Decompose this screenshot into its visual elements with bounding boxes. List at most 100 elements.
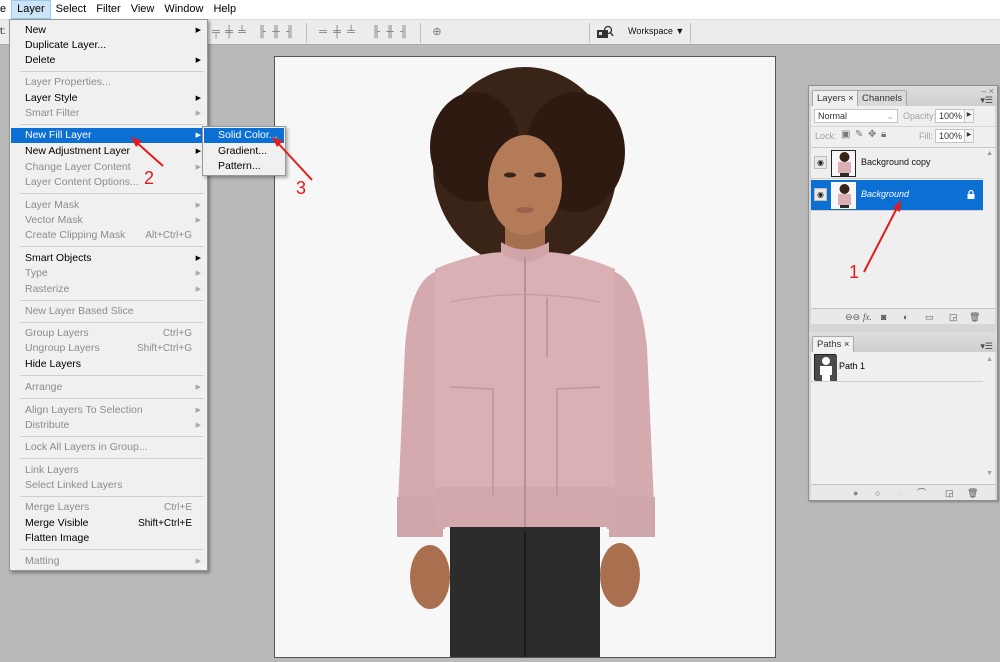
menu-item-rasterize[interactable]: Rasterize ▶ — [11, 282, 206, 297]
delete-layer-icon[interactable]: 🗑︎ — [969, 311, 980, 323]
menu-layer[interactable]: Layer — [11, 0, 51, 19]
workspace-dropdown[interactable]: Workspace ▼ — [628, 26, 684, 36]
fill-path-icon[interactable]: ● — [853, 487, 858, 499]
align-bottom-edges-icon[interactable]: ╧ — [236, 26, 248, 38]
load-selection-icon[interactable]: ◌ — [897, 487, 902, 499]
menu-item-change-layer-content[interactable]: Change Layer Content ▶ — [11, 160, 206, 175]
align-top-edges-icon[interactable]: ╤ — [210, 26, 222, 38]
scroll-down-icon[interactable]: ▼ — [986, 470, 993, 477]
submenu-arrow-icon: ▶ — [195, 148, 201, 155]
menu-item-layer-mask[interactable]: Layer Mask ▶ — [11, 198, 206, 213]
adjustment-layer-icon[interactable]: ◐ — [903, 311, 908, 323]
menu-item-layer-style[interactable]: Layer Style ▶ — [11, 91, 206, 106]
toolbar-separator — [589, 23, 590, 43]
menu-item-label: Delete — [25, 54, 56, 66]
blend-mode-select[interactable]: Normal ⌄ — [814, 109, 898, 123]
visibility-eye-icon[interactable]: ◉ — [814, 156, 827, 169]
layer-row-background-copy[interactable]: ◉ Background copy — [811, 148, 983, 179]
scroll-up-icon[interactable]: ▲ — [986, 356, 993, 363]
distribute-vertical-centers-icon[interactable]: ╪ — [331, 26, 343, 38]
menu-item-group-layers[interactable]: Group Layers Ctrl+G — [11, 326, 206, 341]
delete-path-icon[interactable]: 🗑︎ — [967, 487, 978, 499]
menu-item-merge-layers[interactable]: Merge Layers Ctrl+E — [11, 500, 206, 515]
submenu-arrow-icon: ▶ — [195, 27, 201, 34]
bridge-icon[interactable] — [596, 25, 614, 39]
fill-slider-button[interactable]: ▶ — [964, 129, 974, 143]
document-canvas[interactable] — [274, 56, 776, 658]
menu-item-new-fill-layer[interactable]: New Fill Layer ▶ — [11, 128, 206, 143]
menu-view[interactable]: View — [126, 0, 160, 19]
new-group-icon[interactable]: ▭ — [925, 311, 934, 323]
menu-edit[interactable]: e — [0, 0, 11, 19]
menu-item-delete[interactable]: Delete ▶ — [11, 53, 206, 68]
tab-channels[interactable]: Channels — [857, 90, 908, 106]
menu-item-type[interactable]: Type ▶ — [11, 266, 206, 281]
panel-menu-icon[interactable]: ▾☰ — [980, 95, 993, 106]
annotation-number-3: 3 — [296, 178, 307, 198]
distribute-left-icon[interactable]: ╟ — [370, 26, 382, 38]
distribute-bottom-icon[interactable]: ╧ — [345, 26, 357, 38]
visibility-eye-icon[interactable]: ◉ — [814, 188, 827, 201]
menu-item-ungroup-layers[interactable]: Ungroup Layers Shift+Ctrl+G — [11, 341, 206, 356]
menu-item-smart-objects[interactable]: Smart Objects ▶ — [11, 251, 206, 266]
menu-separator — [20, 458, 204, 459]
submenu-item-pattern[interactable]: Pattern... — [204, 159, 284, 174]
new-path-icon[interactable]: ◲ — [945, 487, 954, 499]
tab-paths[interactable]: Paths × — [812, 336, 855, 352]
fx-icon[interactable]: fx. — [863, 311, 872, 323]
new-layer-icon[interactable]: ◲ — [949, 311, 958, 323]
distribute-right-icon[interactable]: ╢ — [398, 26, 410, 38]
align-vertical-centers-icon[interactable]: ╪ — [223, 26, 235, 38]
align-right-edges-icon[interactable]: ╢ — [284, 26, 296, 38]
menu-item-layer-content-options[interactable]: Layer Content Options... — [11, 175, 206, 190]
menu-select[interactable]: Select — [51, 0, 92, 19]
options-label: t: — [0, 26, 6, 37]
fill-input[interactable]: 100% — [935, 129, 965, 143]
menu-item-create-clipping-mask[interactable]: Create Clipping Mask Alt+Ctrl+G — [11, 228, 206, 243]
align-left-edges-icon[interactable]: ╟ — [256, 26, 268, 38]
submenu-item-gradient[interactable]: Gradient... — [204, 144, 284, 159]
menu-item-merge-visible[interactable]: Merge Visible Shift+Ctrl+E — [11, 516, 206, 531]
menu-item-link-layers[interactable]: Link Layers — [11, 463, 206, 478]
menu-item-hide-layers[interactable]: Hide Layers — [11, 357, 206, 372]
stroke-path-icon[interactable]: ○ — [875, 487, 880, 499]
menu-item-new-layer-based-slice[interactable]: New Layer Based Slice — [11, 304, 206, 319]
menu-window[interactable]: Window — [159, 0, 208, 19]
menu-item-lock-all-layers-in-group[interactable]: Lock All Layers in Group... — [11, 440, 206, 455]
menu-item-flatten-image[interactable]: Flatten Image — [11, 531, 206, 546]
scroll-up-icon[interactable]: ▲ — [986, 150, 993, 157]
lock-image-pixels-icon[interactable]: ✎ — [855, 129, 863, 140]
add-mask-icon[interactable]: ◙ — [881, 311, 886, 323]
menu-item-layer-properties[interactable]: Layer Properties... — [11, 75, 206, 90]
menu-item-matting[interactable]: Matting ▶ — [11, 554, 206, 569]
menu-item-label: New Layer Based Slice — [25, 305, 134, 317]
menu-item-align-layers-to-selection[interactable]: Align Layers To Selection ▶ — [11, 403, 206, 418]
menu-item-duplicate-layer[interactable]: Duplicate Layer... — [11, 38, 206, 53]
auto-align-layers-icon[interactable]: ⊕ — [431, 26, 443, 38]
menu-item-new-adjustment-layer[interactable]: New Adjustment Layer ▶ — [11, 144, 206, 159]
menu-item-new[interactable]: New ▶ — [11, 23, 206, 38]
menu-help[interactable]: Help — [208, 0, 241, 19]
submenu-item-solid-color[interactable]: Solid Color... — [204, 128, 284, 143]
distribute-horizontal-centers-icon[interactable]: ╫ — [384, 26, 396, 38]
menu-item-select-linked-layers[interactable]: Select Linked Layers — [11, 478, 206, 493]
align-horizontal-centers-icon[interactable]: ╫ — [270, 26, 282, 38]
menu-item-vector-mask[interactable]: Vector Mask ▶ — [11, 213, 206, 228]
menu-item-smart-filter[interactable]: Smart Filter ▶ — [11, 106, 206, 121]
lock-all-icon[interactable]: 🔒︎ — [881, 129, 886, 140]
tab-layers[interactable]: Layers × — [812, 90, 859, 106]
panel-menu-icon[interactable]: ▾☰ — [980, 341, 993, 352]
opacity-input[interactable]: 100% — [935, 109, 965, 123]
path-row[interactable]: Path 1 — [811, 352, 983, 382]
lock-position-icon[interactable]: ✥ — [868, 129, 876, 140]
lock-transparent-pixels-icon[interactable]: ▣ — [841, 129, 850, 140]
opacity-slider-button[interactable]: ▶ — [964, 109, 974, 123]
menu-item-arrange[interactable]: Arrange ▶ — [11, 380, 206, 395]
menu-filter[interactable]: Filter — [91, 0, 125, 19]
layer-row-background[interactable]: ◉ Background — [811, 180, 983, 211]
distribute-top-icon[interactable]: ═ — [317, 26, 329, 38]
divider — [811, 126, 995, 127]
make-work-path-icon[interactable]: ⌒ — [917, 487, 926, 499]
menu-item-distribute[interactable]: Distribute ▶ — [11, 418, 206, 433]
link-layers-icon[interactable]: ⊖⊖ — [845, 311, 860, 323]
